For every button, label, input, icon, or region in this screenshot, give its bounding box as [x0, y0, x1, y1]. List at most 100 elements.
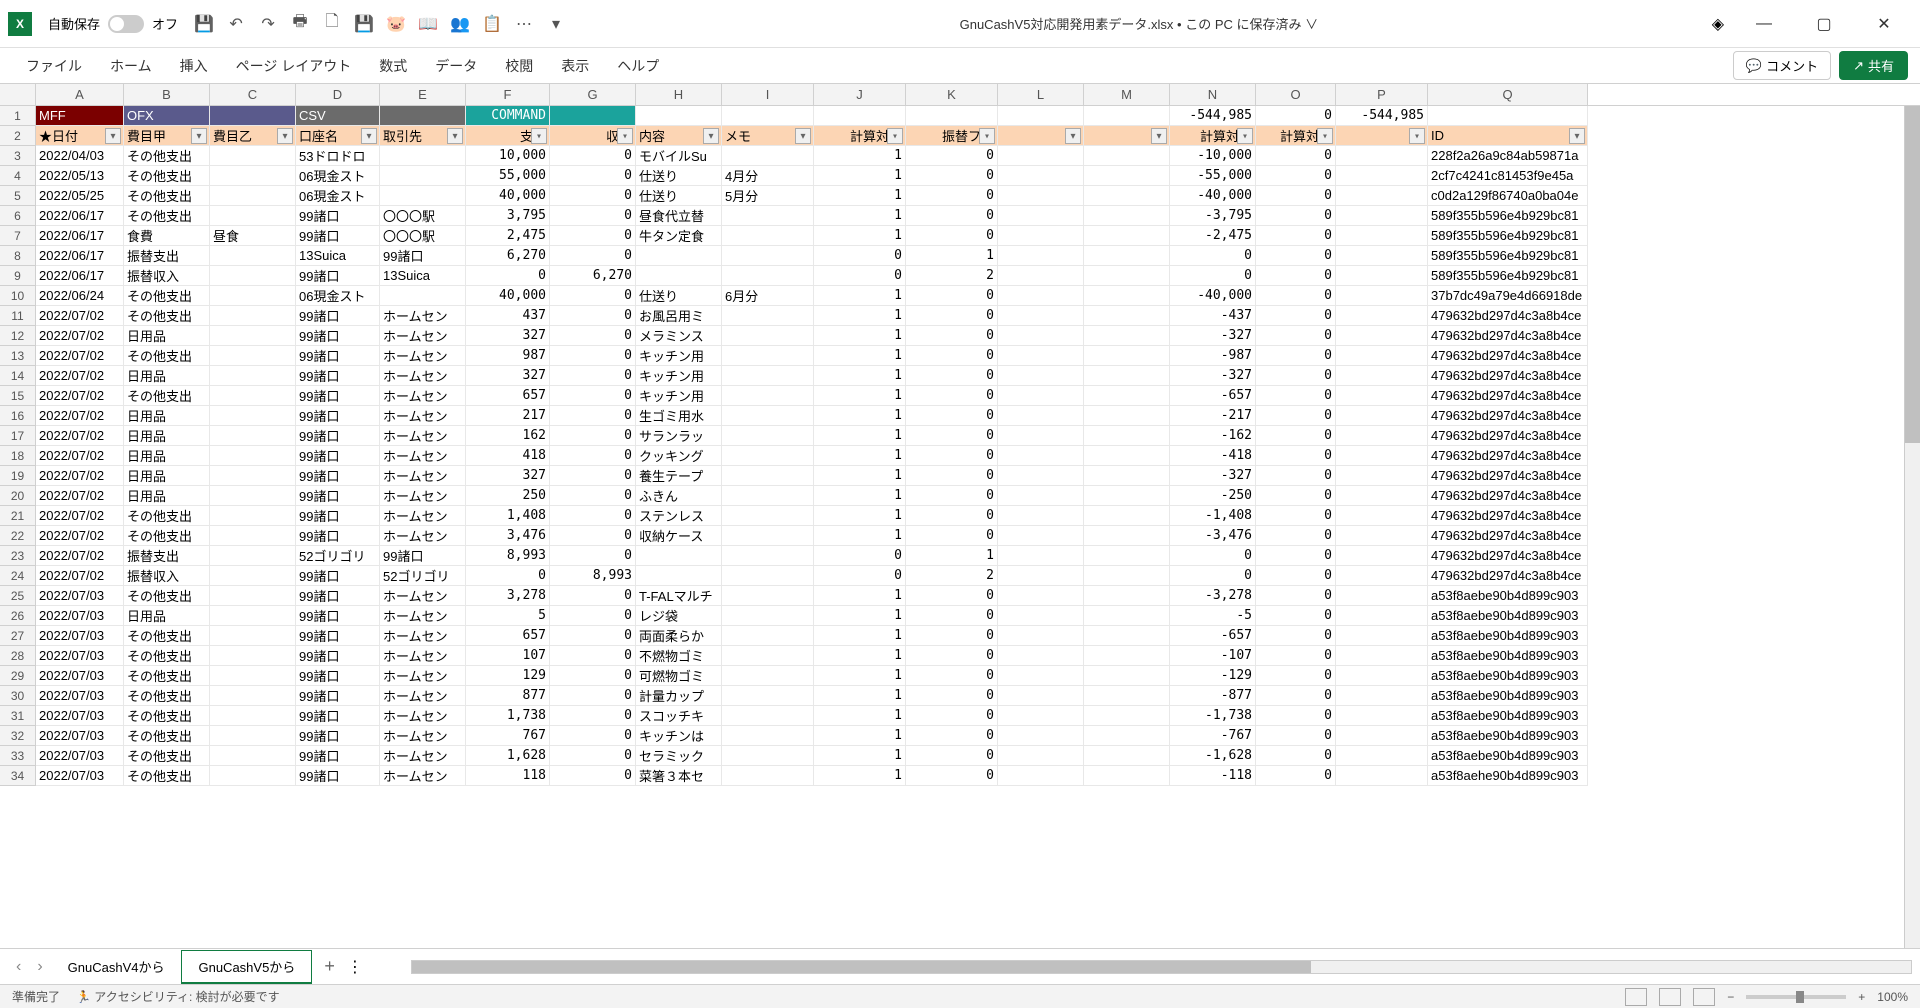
cell-C21[interactable]	[210, 506, 296, 526]
col-header-O[interactable]: O	[1256, 84, 1336, 105]
cell-O12[interactable]: 0	[1256, 326, 1336, 346]
cell-F4[interactable]: 55,000	[466, 166, 550, 186]
cell-N4[interactable]: -55,000	[1170, 166, 1256, 186]
sheet-tab-0[interactable]: GnuCashV4から	[51, 950, 182, 984]
cell-C2[interactable]: 費目乙	[210, 126, 296, 146]
cell-F11[interactable]: 437	[466, 306, 550, 326]
cell-M20[interactable]	[1084, 486, 1170, 506]
cell-A21[interactable]: 2022/07/02	[36, 506, 124, 526]
cell-K19[interactable]: 0	[906, 466, 998, 486]
cell-L31[interactable]	[998, 706, 1084, 726]
cell-C19[interactable]	[210, 466, 296, 486]
cell-J24[interactable]: 0	[814, 566, 906, 586]
cell-K22[interactable]: 0	[906, 526, 998, 546]
cell-I24[interactable]	[722, 566, 814, 586]
cell-F22[interactable]: 3,476	[466, 526, 550, 546]
cell-H16[interactable]: 生ゴミ用水	[636, 406, 722, 426]
cell-H26[interactable]: レジ袋	[636, 606, 722, 626]
cell-A2[interactable]: ★日付	[36, 126, 124, 146]
cell-A32[interactable]: 2022/07/03	[36, 726, 124, 746]
cell-A28[interactable]: 2022/07/03	[36, 646, 124, 666]
cell-Q25[interactable]: a53f8aebe90b4d899c903	[1428, 586, 1588, 606]
cell-C30[interactable]	[210, 686, 296, 706]
cell-H17[interactable]: サランラッ	[636, 426, 722, 446]
cell-H27[interactable]: 両面柔らか	[636, 626, 722, 646]
cell-K13[interactable]: 0	[906, 346, 998, 366]
ribbon-tab-7[interactable]: 表示	[547, 50, 603, 82]
ribbon-tab-6[interactable]: 校閲	[491, 50, 547, 82]
cell-L32[interactable]	[998, 726, 1084, 746]
row-header[interactable]: 16	[0, 406, 36, 426]
cell-O9[interactable]: 0	[1256, 266, 1336, 286]
cell-E27[interactable]: ホームセン	[380, 626, 466, 646]
row-header[interactable]: 18	[0, 446, 36, 466]
add-sheet-button[interactable]: +	[312, 956, 347, 977]
cell-G16[interactable]: 0	[550, 406, 636, 426]
cell-P32[interactable]	[1336, 726, 1428, 746]
ribbon-tab-2[interactable]: 挿入	[166, 50, 222, 82]
cell-I11[interactable]	[722, 306, 814, 326]
cell-E33[interactable]: ホームセン	[380, 746, 466, 766]
cell-I27[interactable]	[722, 626, 814, 646]
row-header[interactable]: 11	[0, 306, 36, 326]
ribbon-tab-3[interactable]: ページ レイアウト	[222, 50, 366, 82]
cell-N6[interactable]: -3,795	[1170, 206, 1256, 226]
cell-A14[interactable]: 2022/07/02	[36, 366, 124, 386]
cell-D33[interactable]: 99諸口	[296, 746, 380, 766]
cell-P12[interactable]	[1336, 326, 1428, 346]
cell-N23[interactable]: 0	[1170, 546, 1256, 566]
cell-O4[interactable]: 0	[1256, 166, 1336, 186]
cell-F18[interactable]: 418	[466, 446, 550, 466]
cell-P11[interactable]	[1336, 306, 1428, 326]
cell-H20[interactable]: ふきん	[636, 486, 722, 506]
cell-H29[interactable]: 可燃物ゴミ	[636, 666, 722, 686]
cell-O14[interactable]: 0	[1256, 366, 1336, 386]
cell-C9[interactable]	[210, 266, 296, 286]
row-header[interactable]: 1	[0, 106, 36, 126]
cell-Q3[interactable]: 228f2a26a9c84ab59871a	[1428, 146, 1588, 166]
cell-O17[interactable]: 0	[1256, 426, 1336, 446]
cell-F15[interactable]: 657	[466, 386, 550, 406]
vertical-scrollbar[interactable]	[1904, 106, 1920, 948]
cell-L22[interactable]	[998, 526, 1084, 546]
cell-J8[interactable]: 0	[814, 246, 906, 266]
cell-D25[interactable]: 99諸口	[296, 586, 380, 606]
cell-N28[interactable]: -107	[1170, 646, 1256, 666]
cell-Q15[interactable]: 479632bd297d4c3a8b4ce	[1428, 386, 1588, 406]
cell-B26[interactable]: 日用品	[124, 606, 210, 626]
cell-D13[interactable]: 99諸口	[296, 346, 380, 366]
col-header-I[interactable]: I	[722, 84, 814, 105]
cell-C32[interactable]	[210, 726, 296, 746]
cell-J11[interactable]: 1	[814, 306, 906, 326]
cell-B22[interactable]: その他支出	[124, 526, 210, 546]
cell-I29[interactable]	[722, 666, 814, 686]
cell-K7[interactable]: 0	[906, 226, 998, 246]
cell-L25[interactable]	[998, 586, 1084, 606]
cell-E25[interactable]: ホームセン	[380, 586, 466, 606]
undo-icon[interactable]: ↶	[226, 14, 246, 34]
cell-N3[interactable]: -10,000	[1170, 146, 1256, 166]
cell-J4[interactable]: 1	[814, 166, 906, 186]
redo-icon[interactable]: ↷	[258, 14, 278, 34]
maximize-button[interactable]: ▢	[1804, 8, 1844, 40]
cell-Q2[interactable]: ID	[1428, 126, 1588, 146]
cell-I34[interactable]	[722, 766, 814, 786]
cell-H22[interactable]: 収納ケース	[636, 526, 722, 546]
cell-I3[interactable]	[722, 146, 814, 166]
cell-K8[interactable]: 1	[906, 246, 998, 266]
cell-L8[interactable]	[998, 246, 1084, 266]
new-icon[interactable]: 🗋	[322, 14, 342, 34]
cell-G28[interactable]: 0	[550, 646, 636, 666]
cell-G21[interactable]: 0	[550, 506, 636, 526]
cell-Q32[interactable]: a53f8aebe90b4d899c903	[1428, 726, 1588, 746]
cell-A34[interactable]: 2022/07/03	[36, 766, 124, 786]
cell-Q33[interactable]: a53f8aebe90b4d899c903	[1428, 746, 1588, 766]
cell-D6[interactable]: 99諸口	[296, 206, 380, 226]
cell-P33[interactable]	[1336, 746, 1428, 766]
cell-M11[interactable]	[1084, 306, 1170, 326]
cell-N34[interactable]: -118	[1170, 766, 1256, 786]
row-header[interactable]: 15	[0, 386, 36, 406]
cell-E14[interactable]: ホームセン	[380, 366, 466, 386]
cell-E15[interactable]: ホームセン	[380, 386, 466, 406]
cell-N31[interactable]: -1,738	[1170, 706, 1256, 726]
